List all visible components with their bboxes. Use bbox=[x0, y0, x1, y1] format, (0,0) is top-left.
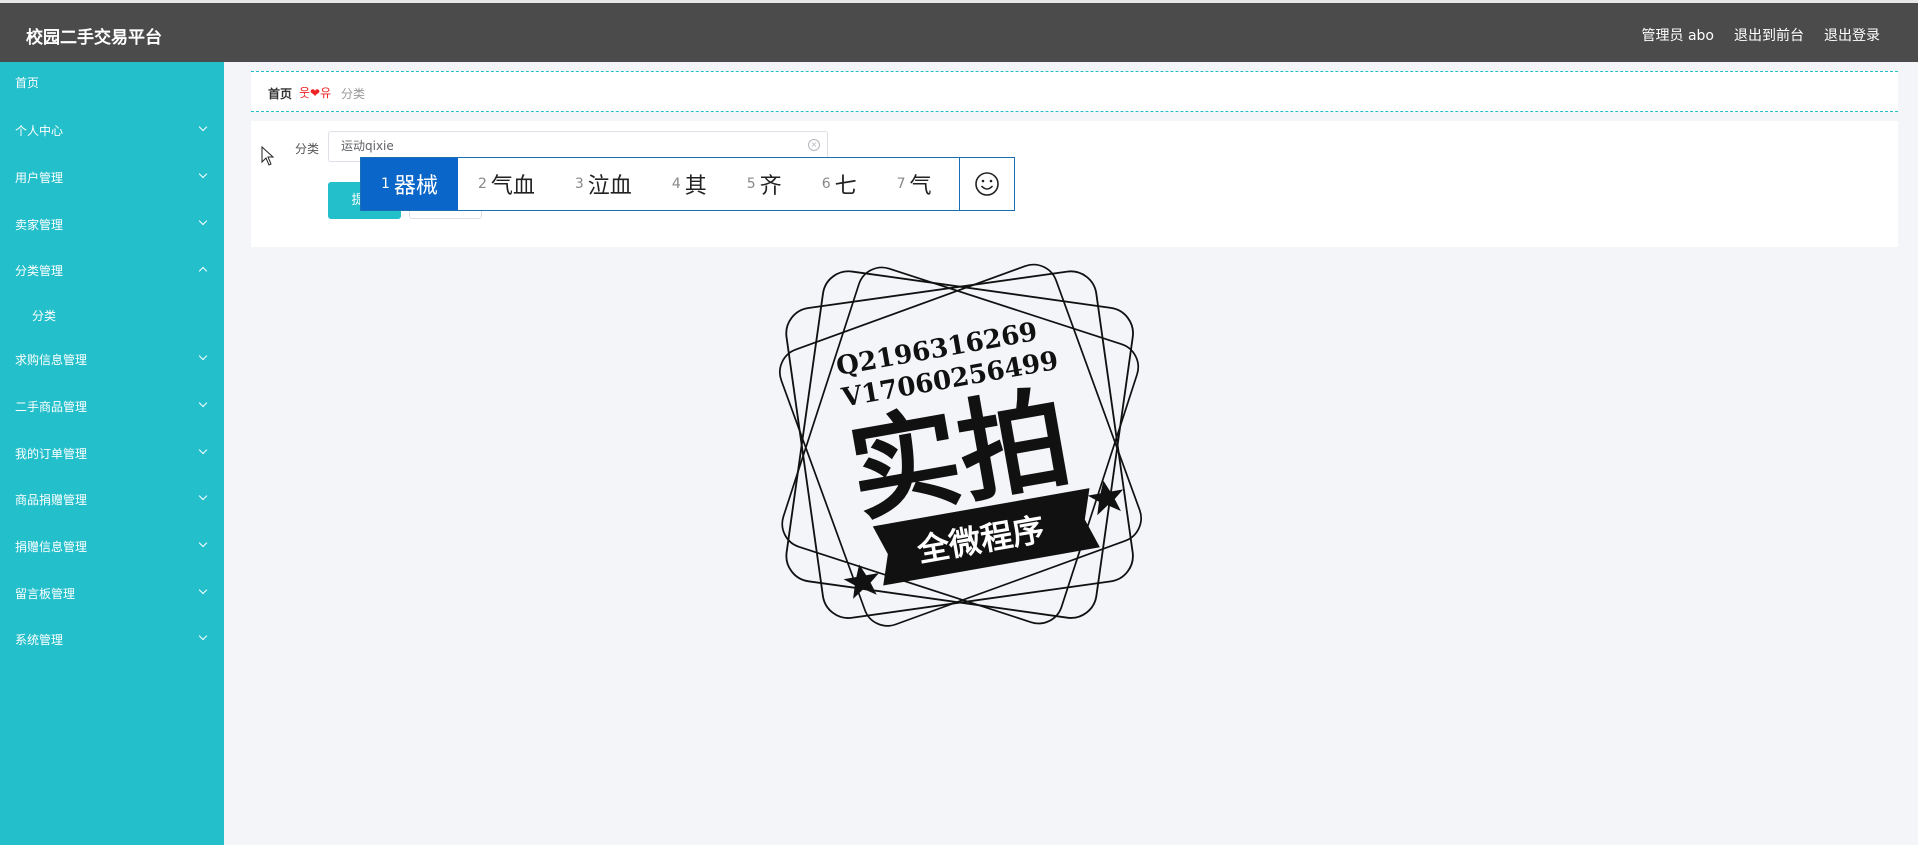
chevron-down-icon bbox=[200, 439, 206, 469]
chevron-down-icon bbox=[200, 392, 206, 422]
sidebar-item-label: 留言板管理 bbox=[15, 587, 76, 601]
watermark-stamp: Q2196316269 V17060256499 实拍 全微程序 bbox=[760, 245, 1160, 649]
candidate-number: 4 bbox=[671, 176, 681, 192]
candidate-text: 器械 bbox=[393, 174, 438, 199]
ime-candidate-6[interactable]: 6七 bbox=[802, 158, 877, 210]
sidebar: 首页 个人中心 用户管理 卖家管理 分类管理 分类 求购信息管理 二手商品管理 … bbox=[0, 62, 224, 845]
sidebar-item-label: 分类管理 bbox=[15, 264, 64, 278]
logout-link[interactable]: 退出登录 bbox=[1824, 25, 1880, 45]
candidate-number: 7 bbox=[896, 176, 906, 192]
chevron-down-icon bbox=[200, 485, 206, 515]
ime-candidate-7[interactable]: 7气 bbox=[877, 158, 952, 210]
sidebar-item-label: 商品捐赠管理 bbox=[15, 493, 88, 507]
sidebar-item-label: 我的订单管理 bbox=[15, 447, 88, 461]
sidebar-subitem-category[interactable]: 分类 bbox=[0, 301, 224, 331]
candidate-text: 齐 bbox=[759, 174, 782, 199]
ime-candidate-bar: 1 器械 2 气血 3 泣血 4其 5齐 6七 7气 bbox=[360, 157, 1015, 211]
sidebar-item-my-orders-management[interactable]: 我的订单管理 bbox=[0, 439, 224, 469]
candidate-number: 5 bbox=[746, 176, 756, 192]
breadcrumb-separator: 웃❤유 bbox=[299, 86, 332, 100]
chevron-down-icon bbox=[200, 532, 206, 562]
chevron-down-icon bbox=[200, 116, 206, 146]
top-bar: 校园二手交易平台 管理员 abo 退出到前台 退出登录 bbox=[0, 0, 1918, 62]
sidebar-item-label: 二手商品管理 bbox=[15, 400, 88, 414]
smiley-icon[interactable] bbox=[959, 158, 1014, 210]
breadcrumb-home[interactable]: 首页 bbox=[268, 85, 292, 102]
sidebar-item-label: 首页 bbox=[15, 76, 40, 90]
ime-candidate-2[interactable]: 2 气血 bbox=[458, 158, 555, 210]
candidate-number: 6 bbox=[821, 176, 831, 192]
ime-candidate-4[interactable]: 4其 bbox=[652, 158, 727, 210]
ime-candidate-3[interactable]: 3 泣血 bbox=[555, 158, 652, 210]
sidebar-item-user-management[interactable]: 用户管理 bbox=[0, 163, 224, 193]
sidebar-item-goods-donation-management[interactable]: 商品捐赠管理 bbox=[0, 485, 224, 515]
sidebar-item-category-management[interactable]: 分类管理 bbox=[0, 256, 224, 286]
sidebar-item-label: 系统管理 bbox=[15, 633, 64, 647]
admin-user-link[interactable]: 管理员 abo bbox=[1642, 25, 1714, 45]
exit-to-front-link[interactable]: 退出到前台 bbox=[1734, 25, 1804, 45]
sidebar-item-label: 捐赠信息管理 bbox=[15, 540, 88, 554]
candidate-text: 气血 bbox=[490, 174, 535, 199]
sidebar-item-purchase-request-management[interactable]: 求购信息管理 bbox=[0, 345, 224, 375]
sidebar-item-secondhand-goods-management[interactable]: 二手商品管理 bbox=[0, 392, 224, 422]
candidate-text: 气 bbox=[909, 174, 932, 199]
chevron-up-icon bbox=[200, 256, 206, 286]
chevron-down-icon bbox=[200, 579, 206, 609]
candidate-number: 1 bbox=[381, 176, 390, 192]
sidebar-item-seller-management[interactable]: 卖家管理 bbox=[0, 210, 224, 240]
chevron-down-icon bbox=[200, 625, 206, 655]
breadcrumb-current: 分类 bbox=[341, 87, 366, 101]
sidebar-item-donation-info-management[interactable]: 捐赠信息管理 bbox=[0, 532, 224, 562]
sidebar-item-label: 求购信息管理 bbox=[15, 353, 88, 367]
candidate-text: 泣血 bbox=[587, 174, 632, 199]
candidate-text: 七 bbox=[834, 174, 857, 199]
app-title: 校园二手交易平台 bbox=[26, 28, 162, 48]
sidebar-item-system-management[interactable]: 系统管理 bbox=[0, 625, 224, 655]
ime-candidate-5[interactable]: 5齐 bbox=[727, 158, 802, 210]
candidate-number: 2 bbox=[477, 176, 487, 192]
chevron-down-icon bbox=[200, 163, 206, 193]
sidebar-item-label: 分类 bbox=[32, 309, 57, 323]
chevron-down-icon bbox=[200, 345, 206, 375]
mouse-cursor-icon bbox=[261, 145, 275, 170]
candidate-text: 其 bbox=[684, 174, 707, 199]
candidate-number: 3 bbox=[574, 176, 584, 192]
clear-icon[interactable]: × bbox=[808, 139, 820, 151]
star-icon bbox=[1087, 480, 1124, 516]
sidebar-item-personal-center[interactable]: 个人中心 bbox=[0, 116, 224, 146]
ime-candidate-1[interactable]: 1 器械 bbox=[361, 158, 458, 210]
category-field-label: 分类 bbox=[295, 142, 320, 156]
sidebar-item-label: 卖家管理 bbox=[15, 218, 64, 232]
sidebar-item-home[interactable]: 首页 bbox=[0, 68, 224, 98]
sidebar-item-message-board-management[interactable]: 留言板管理 bbox=[0, 579, 224, 609]
breadcrumb: 首页 웃❤유 分类 bbox=[251, 71, 1898, 112]
chevron-down-icon bbox=[200, 210, 206, 240]
sidebar-item-label: 个人中心 bbox=[15, 124, 64, 138]
sidebar-item-label: 用户管理 bbox=[15, 171, 64, 185]
top-links: 管理员 abo 退出到前台 退出登录 bbox=[1642, 25, 1880, 45]
